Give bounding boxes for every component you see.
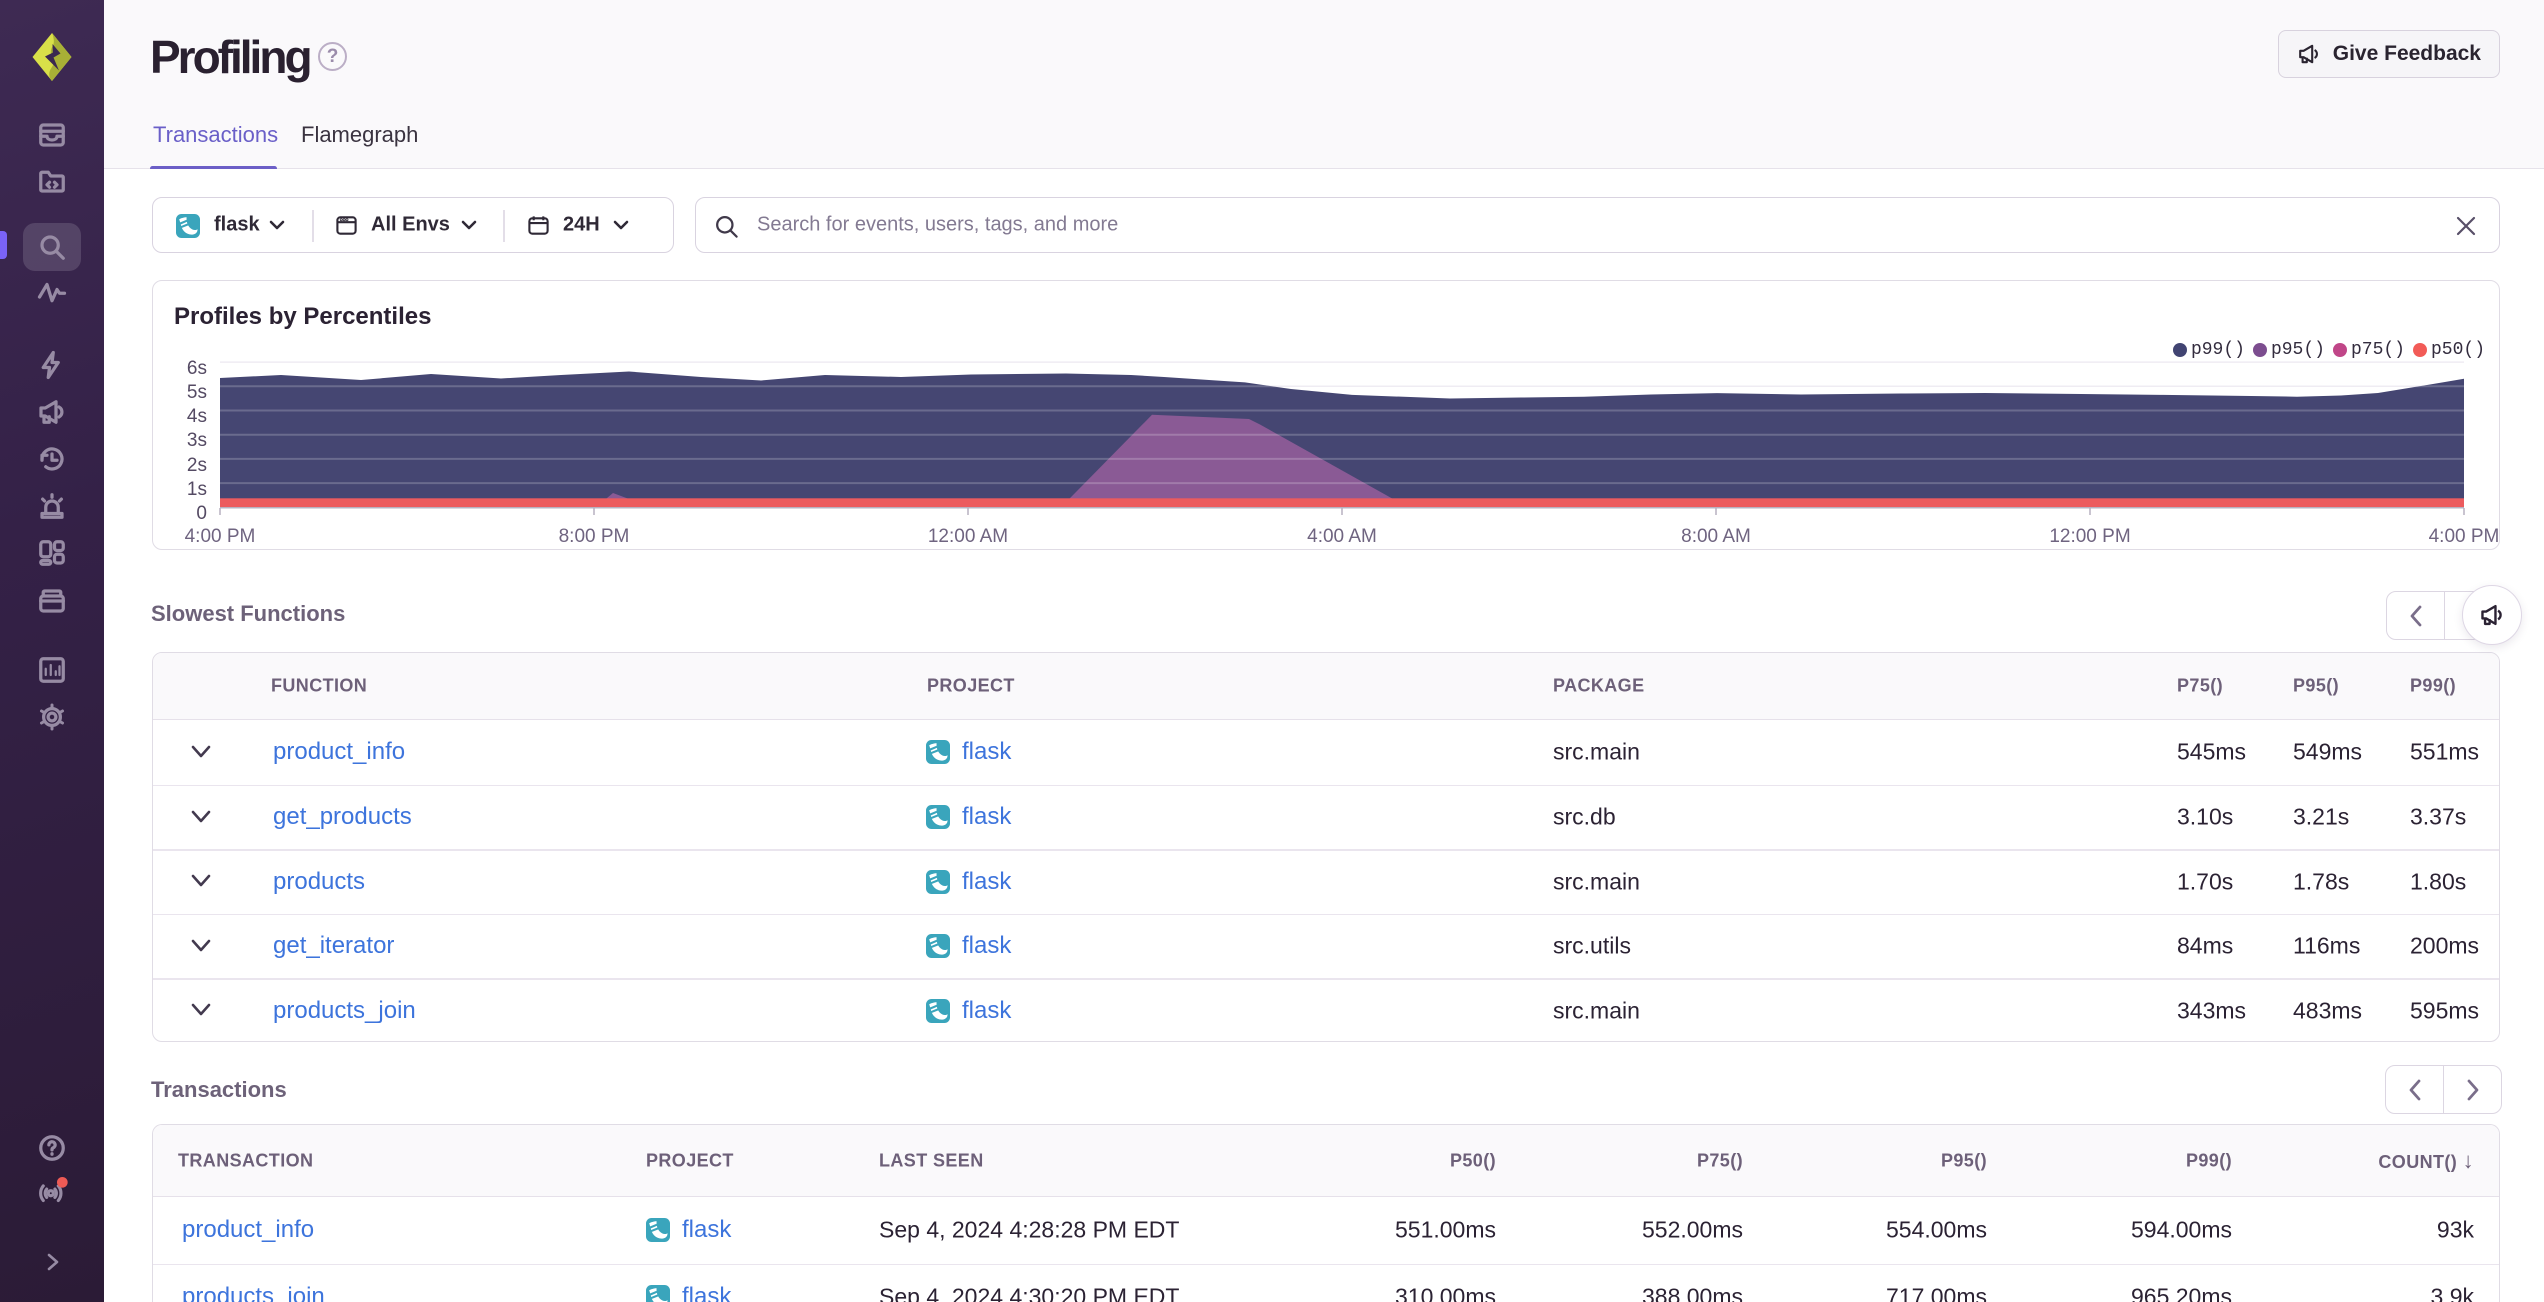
svg-text:4s: 4s [187,406,207,427]
svg-text:4:00 PM: 4:00 PM [185,526,256,547]
svg-text:12:00 PM: 12:00 PM [2049,526,2130,547]
svg-text:8:00 PM: 8:00 PM [559,526,630,547]
svg-text:5s: 5s [187,382,207,403]
svg-text:12:00 AM: 12:00 AM [928,526,1008,547]
svg-text:3s: 3s [187,430,207,451]
svg-text:6s: 6s [187,358,207,379]
svg-text:0: 0 [196,503,207,524]
svg-text:1s: 1s [187,479,207,500]
svg-text:4:00 PM: 4:00 PM [2429,526,2500,547]
svg-text:2s: 2s [187,455,207,476]
svg-text:8:00 AM: 8:00 AM [1681,526,1751,547]
svg-text:4:00 AM: 4:00 AM [1307,526,1377,547]
